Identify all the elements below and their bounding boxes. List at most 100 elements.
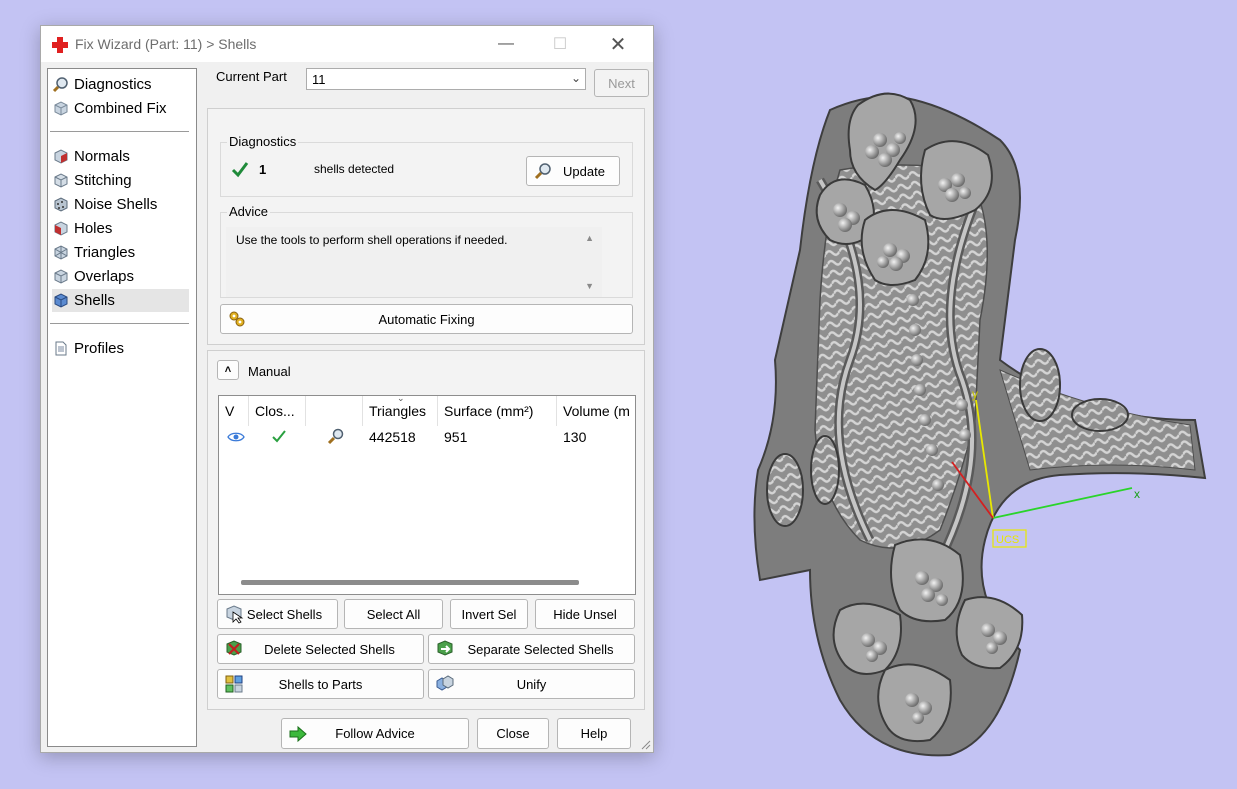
next-button[interactable]: Next bbox=[594, 69, 649, 97]
invert-sel-button[interactable]: Invert Sel bbox=[450, 599, 528, 629]
green-arrow-icon bbox=[289, 725, 307, 742]
next-label: Next bbox=[608, 75, 635, 91]
nav-divider bbox=[50, 131, 189, 132]
red-cross-icon bbox=[52, 37, 68, 53]
cell-surface: 951 bbox=[444, 429, 468, 445]
title-bar: Fix Wizard (Part: 11) > Shells — ☐ ✕ bbox=[41, 26, 653, 62]
minimize-button[interactable]: — bbox=[483, 26, 529, 62]
nav-item-holes[interactable]: Holes bbox=[52, 217, 189, 240]
cube-icon bbox=[54, 101, 68, 116]
magnifier-icon[interactable] bbox=[327, 427, 345, 445]
advice-group: Advice Use the tools to perform shell op… bbox=[220, 204, 633, 298]
holes-cube-icon bbox=[54, 221, 68, 236]
check-icon bbox=[231, 162, 249, 178]
delete-selected-shells-button[interactable]: Delete Selected Shells bbox=[217, 634, 424, 664]
nav-label: Shells bbox=[74, 292, 115, 309]
nav-label: Noise Shells bbox=[74, 196, 158, 213]
update-label: Update bbox=[563, 163, 605, 179]
shells-to-parts-label: Shells to Parts bbox=[278, 676, 363, 692]
separate-shells-icon bbox=[437, 640, 453, 656]
separate-selected-label: Separate Selected Shells bbox=[467, 641, 614, 657]
cell-volume: 130 bbox=[563, 429, 587, 445]
manual-label: Manual bbox=[248, 364, 291, 379]
select-shells-button[interactable]: Select Shells bbox=[217, 599, 338, 629]
table-row[interactable]: 442518 951 130 bbox=[219, 396, 635, 448]
unify-icon bbox=[436, 675, 454, 691]
check-icon bbox=[272, 430, 286, 443]
unify-button[interactable]: Unify bbox=[428, 669, 635, 699]
close-label: Close bbox=[496, 726, 530, 741]
nav-item-noise-shells[interactable]: Noise Shells bbox=[52, 193, 189, 216]
help-button[interactable]: Help bbox=[557, 718, 631, 749]
delete-shells-icon bbox=[226, 640, 242, 656]
resize-grip-icon[interactable] bbox=[639, 738, 651, 750]
automatic-fixing-label: Automatic Fixing bbox=[378, 311, 475, 327]
nav-label: Stitching bbox=[74, 172, 132, 189]
advice-text: Use the tools to perform shell operation… bbox=[236, 233, 508, 247]
nav-label: Triangles bbox=[74, 244, 136, 261]
noise-shells-icon bbox=[54, 197, 68, 212]
invert-sel-label: Invert Sel bbox=[461, 606, 517, 622]
select-all-label: Select All bbox=[366, 606, 421, 622]
current-part-label: Current Part bbox=[216, 69, 287, 84]
nav-item-normals[interactable]: Normals bbox=[52, 145, 189, 168]
advice-title: Advice bbox=[227, 204, 271, 219]
separate-selected-shells-button[interactable]: Separate Selected Shells bbox=[428, 634, 635, 664]
nav-item-triangles[interactable]: Triangles bbox=[52, 241, 189, 264]
nav-item-diagnostics[interactable]: Diagnostics bbox=[52, 73, 189, 96]
triangles-cube-icon bbox=[54, 245, 68, 260]
magnifier-icon bbox=[534, 163, 551, 180]
shells-detected-text: shells detected bbox=[314, 162, 395, 176]
chevron-up-icon: ˄ bbox=[224, 364, 232, 376]
select-shells-label: Select Shells bbox=[246, 606, 323, 622]
nav-item-combined-fix[interactable]: Combined Fix bbox=[52, 97, 189, 120]
close-window-button[interactable]: ✕ bbox=[595, 26, 641, 62]
nav-item-overlaps[interactable]: Overlaps bbox=[52, 265, 189, 288]
collapse-button[interactable]: ˄ bbox=[217, 360, 239, 380]
nav-label: Overlaps bbox=[74, 268, 135, 285]
document-icon bbox=[55, 341, 67, 356]
nav-item-stitching[interactable]: Stitching bbox=[52, 169, 189, 192]
automatic-fixing-button[interactable]: Automatic Fixing bbox=[220, 304, 633, 334]
y-axis-label: y bbox=[972, 387, 978, 401]
unify-label: Unify bbox=[516, 676, 547, 692]
horizontal-scrollbar[interactable] bbox=[241, 580, 579, 585]
nav-label: Normals bbox=[74, 148, 130, 165]
help-label: Help bbox=[580, 726, 608, 741]
nav-label: Holes bbox=[74, 220, 113, 237]
advice-textbox[interactable]: Use the tools to perform shell operation… bbox=[226, 227, 602, 297]
wizard-nav: Diagnostics Combined Fix Normals Stitchi… bbox=[47, 68, 197, 747]
stitching-cube-icon bbox=[54, 173, 68, 188]
scroll-down-icon[interactable]: ▼ bbox=[585, 281, 594, 291]
nav-item-shells[interactable]: Shells bbox=[52, 289, 189, 312]
gears-icon bbox=[229, 311, 245, 327]
eye-icon[interactable] bbox=[227, 431, 245, 443]
shells-table[interactable]: V Clos... Triangles ⌄ Surface (mm²) Volu… bbox=[218, 395, 636, 595]
chevron-down-icon: ⌄ bbox=[570, 71, 581, 85]
maximize-button[interactable]: ☐ bbox=[537, 26, 583, 62]
ring-model[interactable]: x y UCS bbox=[700, 0, 1237, 786]
shell-count: 1 bbox=[259, 162, 267, 177]
normals-cube-icon bbox=[54, 149, 68, 164]
shells-to-parts-button[interactable]: Shells to Parts bbox=[217, 669, 424, 699]
close-button[interactable]: Close bbox=[477, 718, 549, 749]
nav-divider bbox=[50, 323, 189, 324]
shells-to-parts-icon bbox=[225, 675, 243, 693]
follow-advice-button[interactable]: Follow Advice bbox=[281, 718, 469, 749]
current-part-value: 11 bbox=[312, 72, 326, 87]
window-title: Fix Wizard (Part: 11) > Shells bbox=[75, 36, 257, 52]
diagnostics-title: Diagnostics bbox=[227, 134, 299, 149]
current-part-select[interactable]: 11 ⌄ bbox=[306, 68, 586, 90]
follow-advice-label: Follow Advice bbox=[335, 726, 415, 741]
cell-triangles: 442518 bbox=[369, 429, 416, 445]
3d-viewport[interactable]: x y UCS bbox=[700, 0, 1237, 786]
scroll-up-icon[interactable]: ▲ bbox=[585, 233, 594, 243]
x-axis-label: x bbox=[1134, 487, 1140, 501]
ucs-label: UCS bbox=[996, 534, 1019, 546]
diagnostics-group: Diagnostics 1 shells detected Update bbox=[220, 134, 633, 197]
nav-item-profiles[interactable]: Profiles bbox=[52, 337, 189, 360]
hide-unsel-button[interactable]: Hide Unsel bbox=[535, 599, 635, 629]
nav-label: Profiles bbox=[74, 340, 125, 357]
select-all-button[interactable]: Select All bbox=[344, 599, 443, 629]
update-button[interactable]: Update bbox=[526, 156, 620, 186]
